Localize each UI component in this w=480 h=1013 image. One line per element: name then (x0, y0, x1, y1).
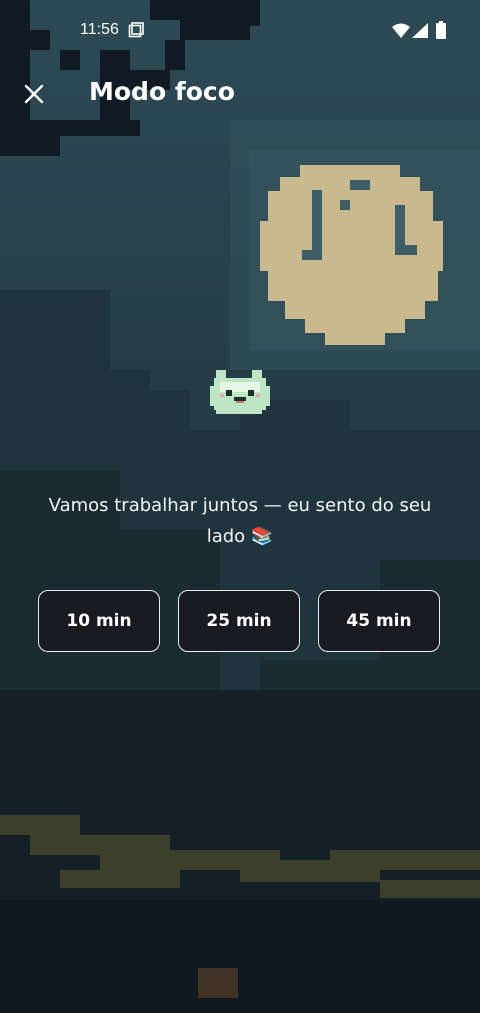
battery-icon (436, 21, 446, 39)
duration-45-min-button[interactable]: 45 min (318, 590, 440, 652)
screen-overlay-icon (128, 22, 144, 38)
close-icon (24, 84, 44, 104)
status-time: 11:56 (80, 21, 119, 38)
companion-message: Vamos trabalhar juntos — eu sento do seu… (48, 495, 432, 547)
wifi-icon (392, 23, 410, 38)
status-bar: 11:56 (0, 0, 480, 62)
duration-options: 10 min 25 min 45 min (38, 590, 442, 655)
page-title: Modo foco (89, 77, 235, 106)
lantern (198, 968, 238, 998)
cell-signal-icon (412, 23, 428, 38)
top-app-bar: Modo foco (0, 62, 480, 126)
close-button[interactable] (16, 76, 52, 112)
companion-creature (210, 370, 270, 414)
duration-10-min-button[interactable]: 10 min (38, 590, 160, 652)
duration-25-min-button[interactable]: 25 min (178, 590, 300, 652)
